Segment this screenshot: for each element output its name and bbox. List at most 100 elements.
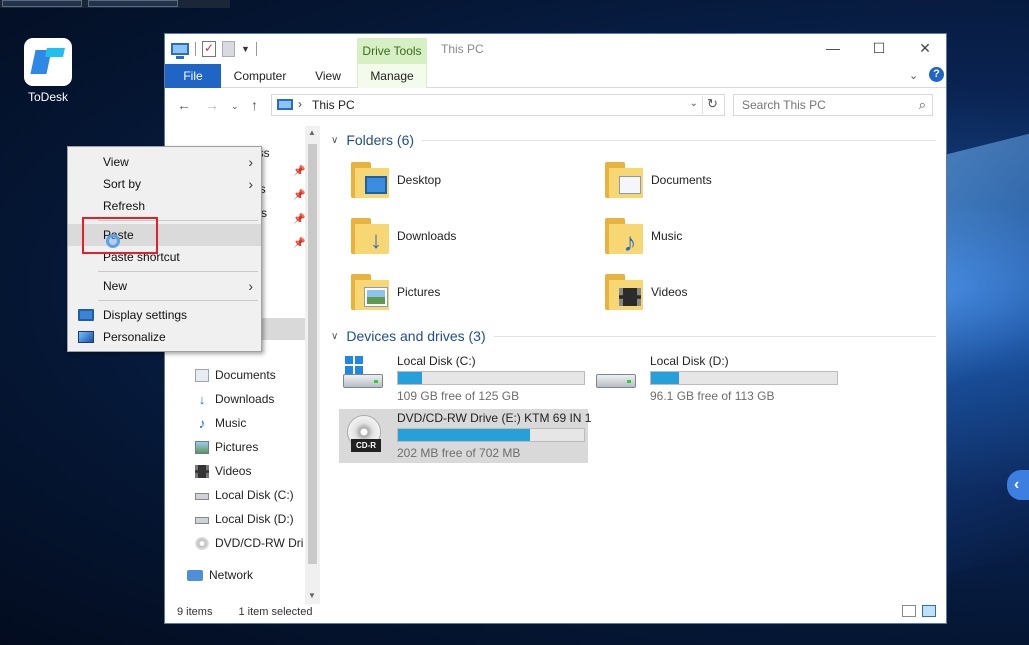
highlight-annotation-box [82, 217, 158, 254]
toolbar-divider [255, 42, 257, 56]
close-button[interactable]: ✕ [905, 39, 945, 59]
up-arrow-icon[interactable]: ↑ [251, 97, 258, 113]
search-box[interactable]: ⌕ [733, 94, 933, 116]
collapse-chevron-icon[interactable]: ∨ [331, 331, 338, 342]
breadcrumb-separator: › [298, 97, 302, 111]
expand-ribbon-icon[interactable]: ⌄ [909, 69, 918, 82]
edge-collapse-button[interactable]: ‹ [1007, 470, 1029, 500]
downloads-icon: ↓ [198, 391, 206, 407]
nav-item-local-disk-d[interactable]: Local Disk (D:) [195, 508, 294, 530]
refresh-icon[interactable]: ↻ [702, 96, 722, 114]
this-pc-icon [277, 99, 293, 110]
folder-documents[interactable]: Documents [603, 162, 712, 198]
search-input[interactable] [734, 95, 904, 115]
search-icon: ⌕ [918, 97, 926, 112]
nav-item-music[interactable]: ♪ Music [195, 412, 247, 434]
mouse-cursor-icon [106, 234, 120, 248]
music-icon: ♪ [198, 414, 206, 431]
customize-toolbar-icon[interactable]: ▼ [241, 44, 250, 54]
submenu-arrow-icon: › [248, 278, 253, 294]
folder-music[interactable]: ♪ Music [603, 218, 682, 255]
desktop-icon-todesk[interactable]: ToDesk [20, 38, 76, 104]
menu-item-sort-by[interactable]: Sort by › [68, 173, 261, 195]
drive-dvd-e[interactable]: CD-R DVD/CD-RW Drive (E:) KTM 69 IN 1 20… [341, 411, 591, 460]
drive-local-disk-d[interactable]: Local Disk (D:) 96.1 GB free of 113 GB [594, 354, 838, 403]
nav-item-local-disk-c[interactable]: Local Disk (C:) [195, 484, 294, 506]
group-divider [493, 335, 936, 337]
pictures-icon [195, 440, 209, 454]
group-header-folders[interactable]: ∨ Folders (6) [331, 132, 936, 148]
network-icon [187, 569, 203, 581]
drive-usage-bar [397, 428, 585, 442]
recent-locations-icon[interactable]: ⌄ [231, 101, 239, 112]
drive-free-space: 96.1 GB free of 113 GB [650, 389, 775, 403]
forward-arrow-icon[interactable]: → [205, 97, 219, 113]
scroll-down-icon[interactable]: ▼ [308, 591, 316, 600]
pin-icon: 📌 [293, 214, 306, 225]
drive-local-disk-c[interactable]: Local Disk (C:) 109 GB free of 125 GB [341, 354, 585, 403]
folder-videos[interactable]: Videos [603, 274, 687, 310]
back-arrow-icon[interactable]: ← [177, 97, 191, 113]
group-header-drives[interactable]: ∨ Devices and drives (3) [331, 328, 936, 344]
nav-item-downloads[interactable]: ↓ Downloads [195, 388, 275, 410]
drive-free-space: 202 MB free of 702 MB [397, 446, 521, 460]
tab-manage[interactable]: Manage [357, 64, 427, 88]
submenu-arrow-icon: › [248, 176, 253, 192]
videos-folder-icon [603, 274, 643, 310]
tab-file[interactable]: File [165, 64, 221, 88]
nav-item-dvd-drive[interactable]: DVD/CD-RW Dri [195, 532, 303, 554]
desktop-folder-icon [349, 162, 389, 198]
tab-computer[interactable]: Computer [227, 64, 293, 88]
drive-free-space: 109 GB free of 125 GB [397, 389, 520, 403]
pictures-folder-icon [349, 274, 389, 310]
this-pc-icon [171, 43, 189, 59]
drive-tools-label: Drive Tools [357, 38, 427, 64]
nav-item-pictures[interactable]: Pictures [195, 436, 258, 458]
menu-item-personalize[interactable]: Personalize [68, 326, 261, 348]
maximize-button[interactable]: ☐ [859, 39, 899, 59]
breadcrumb-this-pc[interactable]: This PC [312, 98, 355, 112]
hard-disk-icon [195, 493, 209, 500]
pin-icon: 📌 [293, 238, 306, 249]
drive-name: DVD/CD-RW Drive (E:) KTM 69 IN 1 [397, 411, 592, 425]
minimize-button[interactable]: — [813, 39, 853, 59]
nav-item-network[interactable]: Network [187, 564, 253, 586]
nav-item-documents[interactable]: Documents [195, 364, 276, 386]
nav-scrollbar[interactable]: ▲ ▼ [305, 126, 320, 604]
menu-item-new[interactable]: New › [68, 275, 261, 297]
large-icons-view-icon[interactable] [922, 605, 936, 617]
details-view-icon[interactable] [902, 605, 916, 617]
windows-drive-icon [341, 354, 387, 394]
menu-separator [98, 300, 258, 301]
address-dropdown-icon[interactable]: ⌄ [690, 98, 698, 109]
help-icon[interactable]: ? [929, 67, 944, 82]
folder-pictures[interactable]: Pictures [349, 274, 440, 310]
group-divider [422, 139, 936, 141]
scrollbar-thumb[interactable] [308, 144, 317, 564]
cd-r-badge: CD-R [351, 439, 381, 452]
collapse-chevron-icon[interactable]: ∨ [331, 135, 338, 146]
menu-item-refresh[interactable]: Refresh [68, 195, 261, 217]
submenu-arrow-icon: › [248, 154, 253, 170]
properties-icon[interactable] [202, 41, 216, 57]
documents-folder-icon [603, 162, 643, 198]
folder-downloads[interactable]: ↓ Downloads [349, 218, 456, 254]
status-bar: 9 items 1 item selected [177, 606, 312, 618]
menu-separator [98, 271, 258, 272]
new-folder-icon[interactable] [222, 41, 235, 57]
address-bar[interactable]: › This PC ⌄ ↻ [271, 94, 725, 116]
drive-name: Local Disk (D:) [650, 354, 729, 368]
menu-item-view[interactable]: View › [68, 151, 261, 173]
folder-desktop[interactable]: Desktop [349, 162, 441, 198]
personalize-icon [78, 331, 94, 343]
downloads-folder-icon: ↓ [349, 218, 389, 254]
dvd-drive-icon [195, 536, 209, 550]
pin-icon: 📌 [293, 190, 306, 201]
item-count: 9 items [177, 606, 213, 618]
music-folder-icon: ♪ [603, 218, 643, 255]
drive-usage-bar [397, 371, 585, 385]
scroll-up-icon[interactable]: ▲ [308, 128, 316, 137]
nav-item-videos[interactable]: Videos [195, 460, 251, 482]
tab-view[interactable]: View [305, 64, 351, 88]
menu-item-display-settings[interactable]: Display settings [68, 304, 261, 326]
